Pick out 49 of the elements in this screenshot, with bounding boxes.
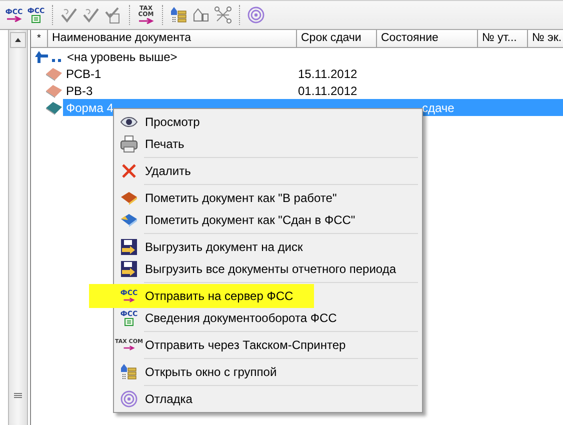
scrollbar[interactable]	[8, 30, 28, 425]
document-name[interactable]: РСВ-1	[63, 66, 104, 82]
menu-item[interactable]: Сведения документооборота ФСС	[142, 311, 337, 325]
column-header[interactable]: Срок сдачи	[297, 30, 377, 47]
column-header[interactable]: № ут...	[478, 30, 528, 47]
stack-icon	[120, 363, 138, 381]
document-icon	[31, 15, 41, 23]
arrow-icon	[6, 16, 22, 22]
target-icon	[247, 6, 265, 24]
status-text: сдаче	[422, 100, 454, 115]
checkmark-icon	[82, 6, 100, 24]
network-button[interactable]	[213, 4, 233, 26]
target-icon	[120, 390, 138, 408]
book-icon	[120, 190, 138, 206]
menu-item[interactable]: Открыть окно с группой	[142, 365, 277, 379]
menu-item[interactable]: Печать	[142, 137, 184, 151]
column-header[interactable]: *	[31, 30, 48, 47]
eye-icon	[120, 116, 138, 128]
column-header[interactable]: Наименование документа	[48, 30, 297, 47]
book-icon	[120, 212, 138, 228]
level-up-icon	[34, 50, 64, 64]
disk-export-icon	[120, 238, 138, 256]
printer-icon	[120, 135, 138, 153]
menu-item[interactable]: Отладка	[142, 392, 192, 406]
document-name[interactable]: <на уровень выше>	[64, 49, 180, 66]
menu-item[interactable]: Выгрузить документ на диск	[142, 240, 303, 254]
network-icon	[214, 6, 232, 24]
delete-icon	[121, 163, 137, 179]
menu-item[interactable]: Отправить на сервер ФСС	[142, 289, 294, 303]
menu-item[interactable]: Удалить	[142, 164, 191, 178]
scroll-up-icon[interactable]	[10, 32, 26, 48]
document-check-icon	[104, 6, 122, 24]
arrow-icon	[138, 18, 154, 24]
column-header[interactable]: № эк.	[528, 30, 563, 47]
menu-item[interactable]: Отправить через Такском-Спринтер	[142, 338, 346, 352]
due-date: 01.11.2012	[297, 84, 358, 98]
menu-item[interactable]: Пометить документ как "В работе"	[142, 191, 337, 205]
column-header[interactable]: Состояние	[377, 30, 478, 47]
shapes-icon	[192, 6, 210, 24]
disk-export-icon	[120, 260, 138, 278]
menu-item[interactable]: Просмотр	[142, 115, 200, 129]
target-button[interactable]	[246, 4, 266, 26]
due-date: 15.11.2012	[297, 67, 358, 82]
menu-item[interactable]: Пометить документ как "Сдан в ФСС"	[142, 213, 356, 227]
checkmark-icon	[60, 6, 78, 24]
stack-icon	[170, 6, 188, 24]
grip-icon[interactable]	[14, 393, 22, 399]
menu-item[interactable]: Выгрузить все документы отчетного периода	[142, 262, 396, 276]
document-name[interactable]: РВ-3	[63, 82, 96, 99]
